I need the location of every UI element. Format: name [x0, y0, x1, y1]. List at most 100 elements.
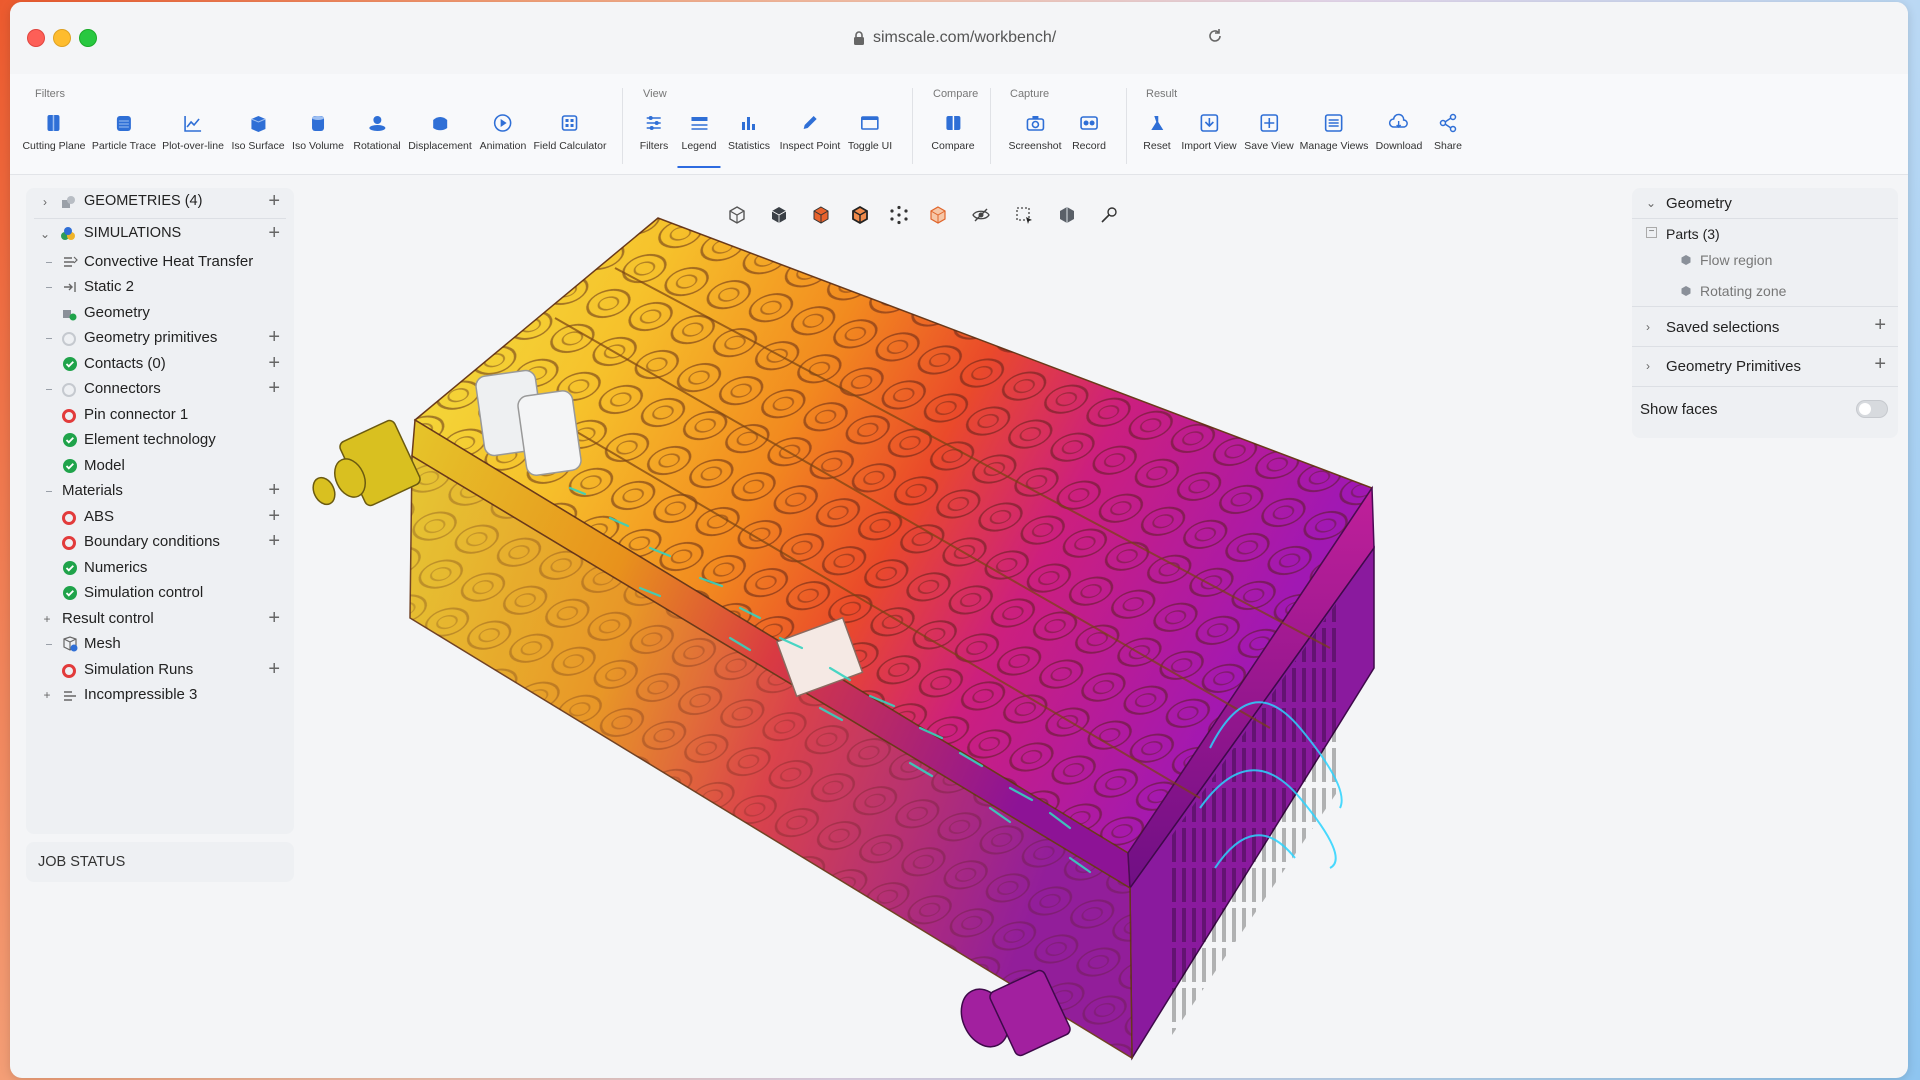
- tree-item-materials[interactable]: Materials +: [26, 477, 294, 505]
- tool-particle-trace[interactable]: Particle Trace: [92, 112, 156, 168]
- add-simulation-run-button[interactable]: +: [268, 659, 280, 679]
- minimize-window-button[interactable]: [53, 29, 71, 47]
- tool-label: Legend: [681, 140, 717, 152]
- tree-item-boundary-conditions[interactable]: Boundary conditions +: [26, 528, 294, 556]
- tree-item-result-control[interactable]: + Result control +: [26, 605, 294, 633]
- legend-icon: [690, 117, 707, 130]
- tree-item-simulation-runs[interactable]: Simulation Runs +: [26, 656, 294, 684]
- close-window-button[interactable]: [27, 29, 45, 47]
- tool-animation[interactable]: Animation: [480, 112, 526, 168]
- part-item-flow-region[interactable]: Flow region: [1632, 245, 1898, 275]
- show-faces-toggle[interactable]: [1856, 400, 1888, 418]
- ribbon-toolbar: Filters View Compare Capture Result Cutt…: [10, 74, 1908, 175]
- tool-manage-views[interactable]: Manage Views: [1300, 112, 1368, 168]
- add-material-button[interactable]: +: [268, 480, 280, 500]
- 3d-viewport[interactable]: [310, 188, 1640, 1078]
- section-view-button[interactable]: [1052, 200, 1082, 230]
- divider: [1632, 306, 1898, 307]
- view-iso-wireframe-button[interactable]: [722, 200, 752, 230]
- tool-inspect-point[interactable]: Inspect Point: [780, 112, 840, 168]
- tree-item-geometry[interactable]: Geometry: [26, 299, 294, 327]
- tool-compare[interactable]: Compare: [931, 112, 975, 168]
- geometry-section-header[interactable]: ⌄ Geometry: [1632, 188, 1898, 218]
- tree-item-incompressible[interactable]: + Incompressible 3: [26, 681, 294, 709]
- view-points-button[interactable]: [884, 200, 914, 230]
- geometry-primitives-row[interactable]: › Geometry Primitives +: [1632, 351, 1898, 381]
- part-item-rotating-zone[interactable]: Rotating zone: [1632, 276, 1898, 306]
- section-cube-icon: [1060, 207, 1074, 223]
- tree-item-simulation-control[interactable]: Simulation control: [26, 579, 294, 607]
- tool-legend[interactable]: Legend: [677, 112, 721, 168]
- tree-geometries-section[interactable]: › GEOMETRIES (4) +: [26, 188, 294, 216]
- tool-field-calculator[interactable]: Field Calculator: [534, 112, 606, 168]
- add-contact-button[interactable]: +: [268, 353, 280, 373]
- tool-record[interactable]: Record: [1072, 112, 1106, 168]
- maximize-window-button[interactable]: [79, 29, 97, 47]
- reload-icon[interactable]: [1206, 27, 1224, 45]
- tree-item-abs[interactable]: ABS +: [26, 503, 294, 531]
- chevron-down-icon[interactable]: ⌄: [1646, 196, 1656, 210]
- view-solid-button[interactable]: [764, 200, 794, 230]
- chevron-right-icon[interactable]: ›: [1646, 320, 1650, 334]
- chevron-right-icon[interactable]: ›: [38, 195, 52, 209]
- tree-simulations-section[interactable]: ⌄ SIMULATIONS +: [26, 220, 294, 248]
- address-bar[interactable]: simscale.com/workbench/: [853, 27, 1056, 49]
- add-abs-button[interactable]: +: [268, 506, 280, 526]
- add-boundary-condition-button[interactable]: +: [268, 531, 280, 551]
- saved-selections-row[interactable]: › Saved selections +: [1632, 312, 1898, 342]
- plot-over-line-icon: [184, 116, 201, 132]
- expand-icon[interactable]: +: [40, 612, 54, 626]
- tool-filters[interactable]: Filters: [640, 112, 668, 168]
- tree-item-pin-connector[interactable]: Pin connector 1: [26, 401, 294, 429]
- add-geometry-primitive-button[interactable]: +: [268, 327, 280, 347]
- view-transparent-button[interactable]: [923, 200, 953, 230]
- add-connector-button[interactable]: +: [268, 378, 280, 398]
- tree-item-model[interactable]: Model: [26, 452, 294, 480]
- show-faces-row: Show faces: [1632, 394, 1898, 424]
- divider: [1632, 346, 1898, 347]
- tool-iso-volume[interactable]: Iso Volume: [292, 112, 344, 168]
- view-faces-button[interactable]: [806, 200, 836, 230]
- add-simulation-button[interactable]: +: [268, 223, 280, 243]
- tree-item-static[interactable]: Static 2: [26, 273, 294, 301]
- tool-toggle-ui[interactable]: Toggle UI: [848, 112, 892, 168]
- eye-slash-icon: [972, 208, 990, 222]
- chevron-right-icon[interactable]: ›: [1646, 359, 1650, 373]
- tree-item-convective-heat-transfer[interactable]: Convective Heat Transfer: [26, 248, 294, 276]
- tool-share[interactable]: Share: [1434, 112, 1462, 168]
- tree-connector: [46, 491, 52, 492]
- tree-connector: [46, 389, 52, 390]
- tool-reset[interactable]: Reset: [1143, 112, 1171, 168]
- tool-import-view[interactable]: Import View: [1181, 112, 1237, 168]
- add-geometry-button[interactable]: +: [268, 191, 280, 211]
- browser-window: simscale.com/workbench/ Filters View Com…: [10, 2, 1908, 1078]
- tool-label: Toggle UI: [847, 140, 893, 152]
- tool-download[interactable]: Download: [1376, 112, 1422, 168]
- box-select-button[interactable]: [1009, 200, 1039, 230]
- expand-icon[interactable]: +: [40, 688, 54, 702]
- tool-rotational[interactable]: Rotational: [353, 112, 401, 168]
- tool-screenshot[interactable]: Screenshot: [1008, 112, 1062, 168]
- tool-iso-surface[interactable]: Iso Surface: [231, 112, 285, 168]
- tree-item-mesh[interactable]: Mesh: [26, 630, 294, 658]
- view-edges-button[interactable]: [845, 200, 875, 230]
- tool-plot-over-line[interactable]: Plot-over-line: [162, 112, 224, 168]
- add-result-control-button[interactable]: +: [268, 608, 280, 628]
- tree-item-element-technology[interactable]: Element technology: [26, 426, 294, 454]
- add-geometry-primitive-button[interactable]: +: [1874, 354, 1886, 374]
- collapse-icon[interactable]: −: [1646, 227, 1657, 238]
- hide-button[interactable]: [966, 200, 996, 230]
- job-status-panel[interactable]: JOB STATUS: [26, 842, 294, 882]
- tool-save-view[interactable]: Save View: [1244, 112, 1294, 168]
- tree-item-geometry-primitives[interactable]: Geometry primitives +: [26, 324, 294, 352]
- add-saved-selection-button[interactable]: +: [1874, 315, 1886, 335]
- tree-item-contacts[interactable]: Contacts (0) +: [26, 350, 294, 378]
- tree-item-numerics[interactable]: Numerics: [26, 554, 294, 582]
- tree-item-connectors[interactable]: Connectors +: [26, 375, 294, 403]
- tool-statistics[interactable]: Statistics: [728, 112, 770, 168]
- probe-button[interactable]: [1094, 200, 1124, 230]
- tool-displacement[interactable]: Displacement: [408, 112, 472, 168]
- cube-outline-icon: [729, 206, 745, 224]
- tool-cutting-plane[interactable]: Cutting Plane: [22, 112, 86, 168]
- chevron-down-icon[interactable]: ⌄: [38, 227, 52, 241]
